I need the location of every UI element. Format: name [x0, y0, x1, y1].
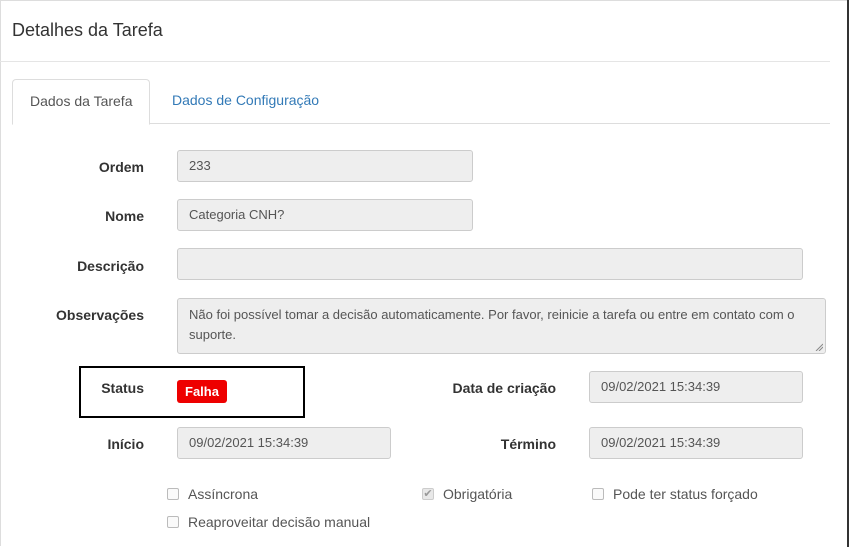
inicio-label: Início	[107, 436, 144, 452]
ordem-label: Ordem	[98, 159, 144, 175]
obrigatoria-label: Obrigatória	[443, 486, 513, 502]
status-label: Status	[101, 380, 144, 396]
title-divider	[0, 61, 830, 62]
reaproveitar-checkbox[interactable]	[167, 516, 179, 528]
termino-field[interactable]: 09/02/2021 15:34:39	[589, 427, 803, 459]
assincrona-checkbox[interactable]	[167, 488, 179, 500]
inicio-field[interactable]: 09/02/2021 15:34:39	[177, 427, 391, 459]
ordem-field[interactable]: 233	[177, 150, 473, 182]
obrigatoria-checkbox[interactable]: ✔	[422, 488, 434, 500]
tab-bar: Dados da Tarefa Dados de Configuração	[12, 79, 830, 125]
nome-field[interactable]: Categoria CNH?	[177, 199, 473, 231]
status-badge: Falha	[177, 380, 227, 403]
tab-dados-da-tarefa[interactable]: Dados da Tarefa	[12, 79, 151, 125]
reaproveitar-checkbox-row[interactable]: Reaproveitar decisão manual	[167, 514, 370, 530]
obrigatoria-checkbox-row[interactable]: ✔ Obrigatória	[422, 486, 512, 502]
data-criacao-label: Data de criação	[452, 380, 557, 396]
descricao-field[interactable]	[177, 248, 803, 280]
nome-label: Nome	[105, 208, 144, 224]
checkmark-icon: ✔	[423, 488, 433, 500]
reaproveitar-label: Reaproveitar decisão manual	[188, 514, 371, 530]
status-forcado-label: Pode ter status forçado	[613, 486, 758, 502]
data-criacao-field[interactable]: 09/02/2021 15:34:39	[589, 371, 803, 403]
status-forcado-checkbox-row[interactable]: Pode ter status forçado	[592, 486, 758, 502]
observacoes-textarea[interactable]: Não foi possível tomar a decisão automat…	[177, 298, 826, 354]
tab-dados-de-configuracao[interactable]: Dados de Configuração	[155, 79, 336, 122]
descricao-label: Descrição	[77, 258, 144, 274]
observacoes-label: Observações	[56, 307, 144, 323]
status-forcado-checkbox[interactable]	[592, 488, 604, 500]
assincrona-checkbox-row[interactable]: Assíncrona	[167, 486, 258, 502]
observacoes-text: Não foi possível tomar a decisão automat…	[189, 307, 795, 342]
assincrona-label: Assíncrona	[188, 486, 259, 502]
termino-label: Término	[500, 436, 556, 452]
resize-handle-icon[interactable]	[815, 343, 823, 351]
page-title: Detalhes da Tarefa	[12, 20, 163, 40]
